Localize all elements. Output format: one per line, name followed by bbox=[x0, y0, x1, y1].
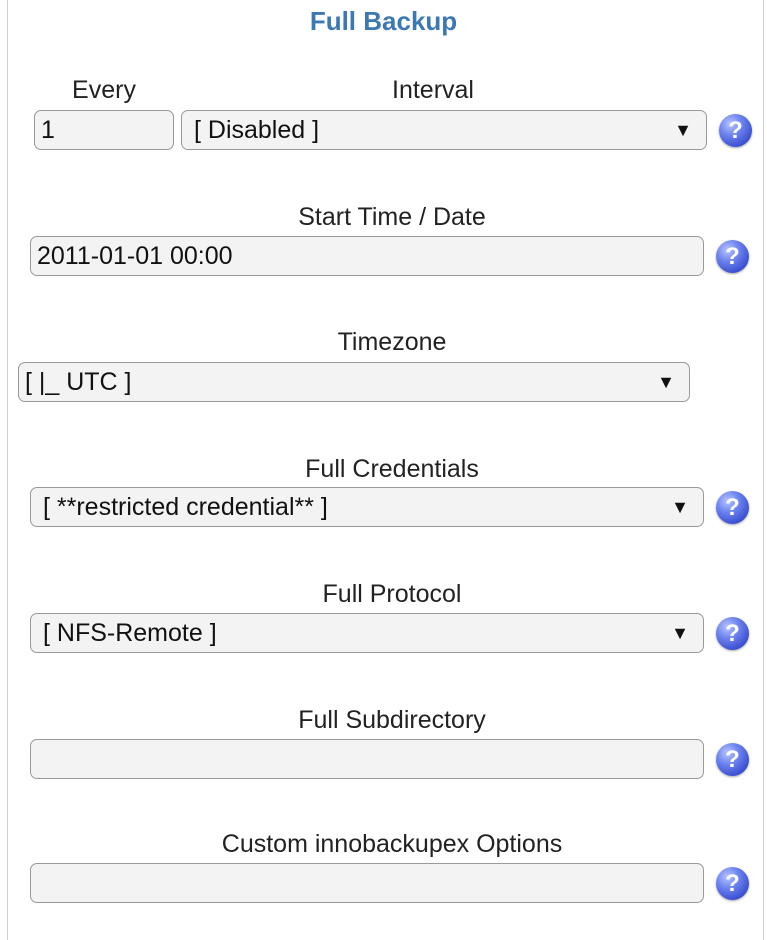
subdirectory-label: Full Subdirectory bbox=[298, 706, 486, 734]
chevron-down-icon: ▼ bbox=[674, 120, 692, 140]
credentials-help-icon[interactable]: ? bbox=[716, 491, 749, 524]
protocol-select[interactable]: [ NFS-Remote ] ▼ bbox=[30, 613, 704, 653]
custom-options-label: Custom innobackupex Options bbox=[221, 830, 563, 858]
every-input[interactable]: 1 bbox=[34, 110, 174, 150]
chevron-down-icon: ▼ bbox=[671, 497, 689, 517]
every-label: Every bbox=[72, 76, 136, 104]
timezone-label: Timezone bbox=[337, 328, 447, 356]
interval-help-icon[interactable]: ? bbox=[719, 114, 752, 147]
interval-label: Interval bbox=[392, 76, 474, 104]
start-time-input[interactable]: 2011-01-01 00:00 bbox=[30, 236, 704, 276]
subdirectory-input[interactable] bbox=[30, 739, 704, 779]
credentials-select-value: [ **restricted credential** ] bbox=[43, 493, 328, 521]
chevron-down-icon: ▼ bbox=[671, 623, 689, 643]
timezone-select[interactable]: [ |_ UTC ] ▼ bbox=[18, 362, 690, 402]
protocol-label: Full Protocol bbox=[322, 580, 462, 608]
custom-options-input[interactable] bbox=[30, 863, 704, 903]
chevron-down-icon: ▼ bbox=[657, 372, 675, 392]
protocol-help-icon[interactable]: ? bbox=[716, 617, 749, 650]
custom-options-help-icon[interactable]: ? bbox=[716, 867, 749, 900]
start-time-help-icon[interactable]: ? bbox=[716, 240, 749, 273]
credentials-label: Full Credentials bbox=[305, 455, 479, 483]
protocol-select-value: [ NFS-Remote ] bbox=[43, 619, 217, 647]
credentials-select[interactable]: [ **restricted credential** ] ▼ bbox=[30, 487, 704, 527]
timezone-select-value: [ |_ UTC ] bbox=[25, 368, 132, 396]
section-title: Full Backup bbox=[309, 6, 458, 36]
interval-select-value: [ Disabled ] bbox=[194, 116, 320, 144]
start-time-label: Start Time / Date bbox=[298, 203, 486, 231]
subdirectory-help-icon[interactable]: ? bbox=[716, 743, 749, 776]
interval-select[interactable]: [ Disabled ] ▼ bbox=[181, 110, 707, 150]
